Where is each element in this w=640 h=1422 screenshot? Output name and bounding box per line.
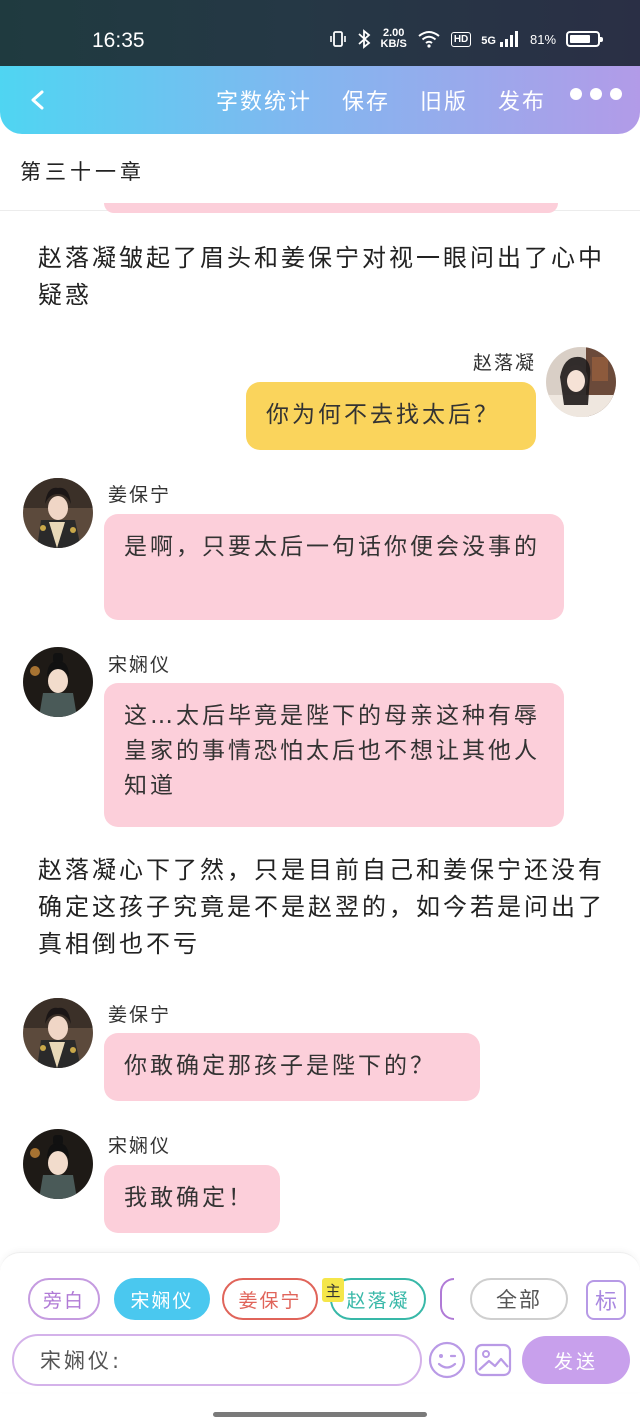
- role-chip-zhao-luoning[interactable]: 赵落凝: [330, 1278, 426, 1320]
- speaker-name: 姜保宁: [108, 484, 172, 506]
- battery-percent: 81%: [529, 31, 556, 47]
- status-bar: 16:35 2.00 KB/S HD 5G 81%: [0, 0, 640, 66]
- message-input[interactable]: 宋娴仪:: [12, 1334, 422, 1386]
- chapter-title[interactable]: 第三十一章: [20, 156, 145, 186]
- more-button[interactable]: [570, 88, 622, 100]
- avatar-image: [23, 478, 93, 548]
- avatar-image: [23, 998, 93, 1068]
- home-indicator[interactable]: [213, 1412, 427, 1417]
- nav-actions: 字数统计 保存 旧版 发布: [216, 66, 576, 134]
- avatar[interactable]: [546, 347, 616, 417]
- more-dot: [590, 88, 602, 100]
- role-chip-jiang-baoning[interactable]: 姜保宁: [222, 1278, 318, 1320]
- chevron-left-icon: [31, 90, 44, 110]
- save-button[interactable]: 保存: [342, 84, 390, 116]
- avatar-image: [23, 1129, 93, 1199]
- signal-icon: [499, 31, 518, 47]
- image-icon[interactable]: [473, 1340, 513, 1380]
- speaker-name: 姜保宁: [108, 1004, 172, 1026]
- message-bubble[interactable]: 是啊，只要太后一句话你便会没事的: [104, 514, 564, 620]
- more-dot: [570, 88, 582, 100]
- narration-text[interactable]: 赵落凝皱起了眉头和姜保宁对视一眼问出了心中疑惑: [38, 240, 612, 314]
- send-button[interactable]: 发送: [522, 1336, 630, 1384]
- message-bubble[interactable]: 你敢确定那孩子是陛下的？: [104, 1033, 480, 1101]
- battery-icon: [566, 31, 603, 47]
- signal-label: 5G: [481, 35, 496, 47]
- mark-button[interactable]: 标: [586, 1280, 626, 1320]
- avatar[interactable]: [23, 647, 93, 717]
- publish-button[interactable]: 发布: [498, 84, 546, 116]
- avatar-image: [546, 347, 616, 417]
- network-speed: 2.00 KB/S: [381, 28, 407, 50]
- status-icons: 2.00 KB/S HD 5G 81%: [329, 28, 603, 50]
- avatar[interactable]: [23, 1129, 93, 1199]
- speaker-name: 赵落凝: [472, 352, 536, 374]
- speaker-name: 宋娴仪: [108, 654, 172, 676]
- back-button[interactable]: [18, 80, 58, 120]
- wifi-icon: [418, 31, 440, 48]
- role-chip-narrator[interactable]: 旁白: [28, 1278, 100, 1320]
- word-count-button[interactable]: 字数统计: [216, 84, 312, 116]
- old-version-button[interactable]: 旧版: [420, 84, 468, 116]
- avatar[interactable]: [23, 478, 93, 548]
- narration-text[interactable]: 赵落凝心下了然，只是目前自己和姜保宁还没有确定这孩子究竟是不是赵翌的，如今若是问…: [38, 852, 612, 963]
- speaker-name: 宋娴仪: [108, 1135, 172, 1157]
- vibrate-icon: [329, 31, 346, 47]
- avatar-image: [23, 647, 93, 717]
- battery-fill: [570, 35, 591, 43]
- signal-indicator: 5G: [481, 31, 520, 47]
- bluetooth-icon: [357, 29, 370, 49]
- partial-bubble: [104, 203, 558, 213]
- network-speed-unit: KB/S: [380, 38, 407, 50]
- message-bubble[interactable]: 我敢确定！: [104, 1165, 280, 1233]
- hd-badge: HD: [450, 31, 472, 47]
- role-chip-song-xianyi[interactable]: 宋娴仪: [114, 1278, 210, 1320]
- message-bubble[interactable]: 这…太后毕竟是陛下的母亲这种有辱皇家的事情恐怕太后也不想让其他人知道: [104, 683, 564, 827]
- emoji-icon[interactable]: [427, 1340, 467, 1380]
- all-roles-button[interactable]: 全部: [470, 1278, 568, 1320]
- nav-bar: 字数统计 保存 旧版 发布: [0, 66, 640, 134]
- more-dot: [610, 88, 622, 100]
- input-speaker-prefix: 宋娴仪:: [40, 1349, 123, 1373]
- message-bubble[interactable]: 你为何不去找太后？: [246, 382, 536, 450]
- main-role-badge: 主: [322, 1278, 344, 1302]
- role-chip-partial[interactable]: [440, 1278, 454, 1320]
- avatar[interactable]: [23, 998, 93, 1068]
- status-time: 16:35: [92, 29, 145, 52]
